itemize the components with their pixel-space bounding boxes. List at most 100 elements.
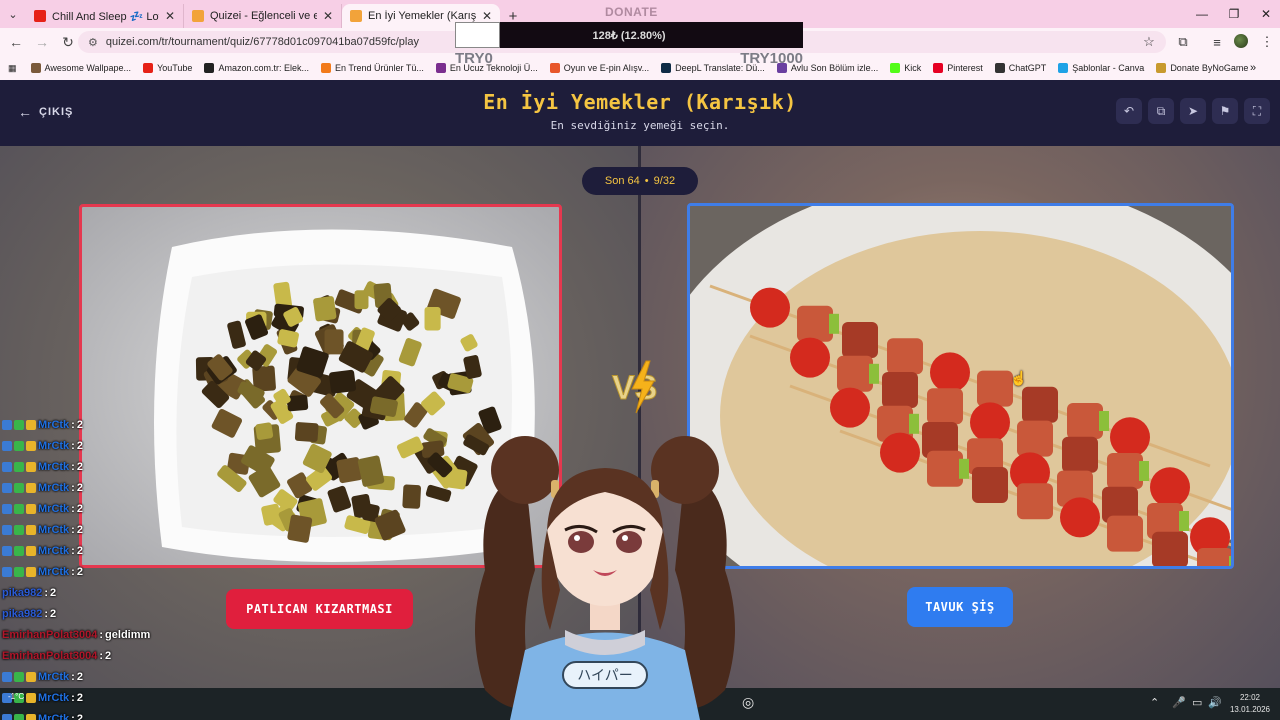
chat-message: MrCtk:2 (2, 519, 202, 540)
chat-badge-icon (2, 524, 12, 535)
tomato-piece (880, 432, 920, 473)
puzzle-icon[interactable]: ⧉ (1172, 30, 1194, 54)
svg-text:ハイパー: ハイパー (577, 668, 632, 684)
chat-message: MrCtk:2 (2, 687, 202, 708)
bookmark-item[interactable]: Donate ByNoGame (1156, 63, 1248, 73)
chicken-piece (972, 467, 1008, 503)
volume-icon[interactable]: 🔊 (1208, 696, 1222, 709)
restore-icon[interactable]: ❐ (1218, 0, 1250, 28)
chat-badge-icon (2, 566, 12, 577)
bookmark-favicon-icon (204, 63, 215, 73)
pepper-piece (1229, 556, 1231, 566)
bookmark-item[interactable]: YouTube (143, 63, 192, 73)
tomato-piece (1150, 467, 1190, 508)
bookmark-item[interactable]: Pinterest (933, 63, 983, 73)
left-choice-button[interactable]: PATLICAN KIZARTMASI (226, 589, 413, 629)
more-bookmarks-icon[interactable]: » (1250, 62, 1256, 74)
chat-message: MrCtk:2 (2, 414, 202, 435)
tomato-piece (1110, 417, 1150, 458)
chat-badge-icon (14, 566, 24, 577)
profile-avatar[interactable] (1234, 34, 1248, 48)
bookmark-favicon-icon (661, 63, 672, 73)
menu-dots-icon[interactable]: ⋮ (1256, 30, 1278, 54)
chat-username: pika982 (2, 607, 43, 620)
bookmarks-bar: ▦ Awesome Wallpape... YouTube Amazon.com.t… (0, 56, 1280, 80)
chat-text: 2 (76, 523, 83, 536)
bookmark-item[interactable]: En Trend Ürünler Tü... (320, 63, 424, 73)
chat-badge-icon (2, 671, 12, 682)
tab-close-icon[interactable]: ✕ (165, 9, 175, 23)
minimize-icon[interactable]: — (1186, 0, 1218, 28)
chat-colon: : (99, 628, 104, 641)
chat-badge-icon (14, 545, 24, 556)
close-window-icon[interactable]: ✕ (1250, 0, 1280, 28)
forward-arrow-icon[interactable]: → (30, 30, 54, 54)
chat-badge-icon (14, 713, 24, 720)
weather-widget[interactable]: -1°C (8, 692, 24, 701)
bookmark-label: Kick (904, 63, 922, 73)
right-choice-button[interactable]: TAVUK ŞİŞ (907, 587, 1013, 627)
tomato-piece (750, 287, 790, 328)
donate-label: DONATE (605, 5, 658, 19)
bookmark-item[interactable]: Awesome Wallpape... (30, 63, 131, 73)
chicken-piece (842, 322, 878, 358)
chat-message: pika982:2 (2, 582, 202, 603)
eggplant-piece (255, 422, 274, 440)
bookmark-item[interactable]: Amazon.com.tr: Elek... (204, 63, 309, 73)
chat-text: 2 (50, 607, 57, 620)
share-icon[interactable]: ⧉ (1148, 98, 1174, 124)
bookmark-label: Avlu Son Bölüm izle... (790, 63, 879, 73)
chat-badge-icon (2, 545, 12, 556)
chat-colon: : (71, 502, 75, 515)
tab-title: Chill And Sleep 💤 Lofi cat (52, 10, 159, 23)
bookmark-item[interactable]: Oyun ve E-pin Alışv... (549, 63, 649, 73)
chicken-piece (882, 372, 918, 408)
chat-colon: : (71, 523, 75, 536)
bookmark-item[interactable]: ChatGPT (994, 63, 1046, 73)
bookmark-item[interactable]: Şablonlar - Canva (1058, 63, 1144, 73)
chat-badge-icon (2, 713, 12, 720)
chat-message: MrCtk:2 (2, 666, 202, 687)
undo-icon[interactable]: ↶ (1116, 98, 1142, 124)
flag-icon[interactable]: ⚑ (1212, 98, 1238, 124)
bookmark-favicon-icon (143, 63, 154, 73)
chat-badge-icon (26, 419, 36, 430)
send-icon[interactable]: ➤ (1180, 98, 1206, 124)
eggplant-piece (329, 369, 357, 394)
chat-text: 2 (105, 649, 112, 662)
chicken-piece (1017, 420, 1053, 457)
chat-badge-icon (14, 671, 24, 682)
eggplant-piece (294, 422, 319, 443)
clock-date: 13.01.2026 (1229, 705, 1271, 714)
back-arrow-icon[interactable]: ← (4, 30, 28, 54)
chat-colon: : (71, 481, 75, 494)
reload-icon[interactable]: ↻ (56, 30, 80, 54)
chat-colon: : (71, 565, 75, 578)
right-choice-card[interactable] (687, 203, 1234, 569)
chat-badge-icon (14, 524, 24, 535)
eggplant-piece (424, 307, 441, 331)
site-info-icon[interactable]: ⚙ (88, 36, 98, 49)
tab-close-icon[interactable]: ✕ (323, 9, 333, 23)
quiz-header: ← ÇIKIŞ En İyi Yemekler (Karışık) En sev… (0, 80, 1280, 146)
chat-message: EmirhanPolat3004: geldimm (2, 624, 202, 645)
chat-colon: : (99, 649, 104, 662)
pepper-piece (959, 458, 969, 479)
fullscreen-icon[interactable]: ⛶ (1244, 98, 1270, 124)
media-icon[interactable]: ≡ (1206, 30, 1228, 54)
chat-text: 2 (76, 691, 83, 704)
browser-tab[interactable]: Quizei - Eğlenceli ve etkileşimli ✕ (184, 4, 342, 28)
star-icon[interactable]: ☆ (1138, 30, 1160, 54)
microphone-icon[interactable]: 🎤 (1172, 696, 1186, 709)
tab-search-icon[interactable]: ⌄ (0, 0, 26, 28)
apps-grid-icon[interactable]: ▦ (8, 63, 17, 74)
chicken-piece (1107, 453, 1143, 489)
page-subtitle: En sevdiğiniz yemeği seçin. (550, 119, 730, 132)
bookmark-item[interactable]: Kick (890, 63, 921, 73)
system-clock[interactable]: 22:02 13.01.2026 (1226, 692, 1274, 716)
chevron-up-icon[interactable]: ⌃ (1150, 696, 1159, 709)
tomato-piece (790, 337, 830, 378)
network-icon[interactable]: ▭ (1192, 696, 1202, 709)
bookmark-favicon-icon (320, 63, 331, 73)
browser-tab[interactable]: Chill And Sleep 💤 Lofi cat ✕ (26, 4, 184, 28)
